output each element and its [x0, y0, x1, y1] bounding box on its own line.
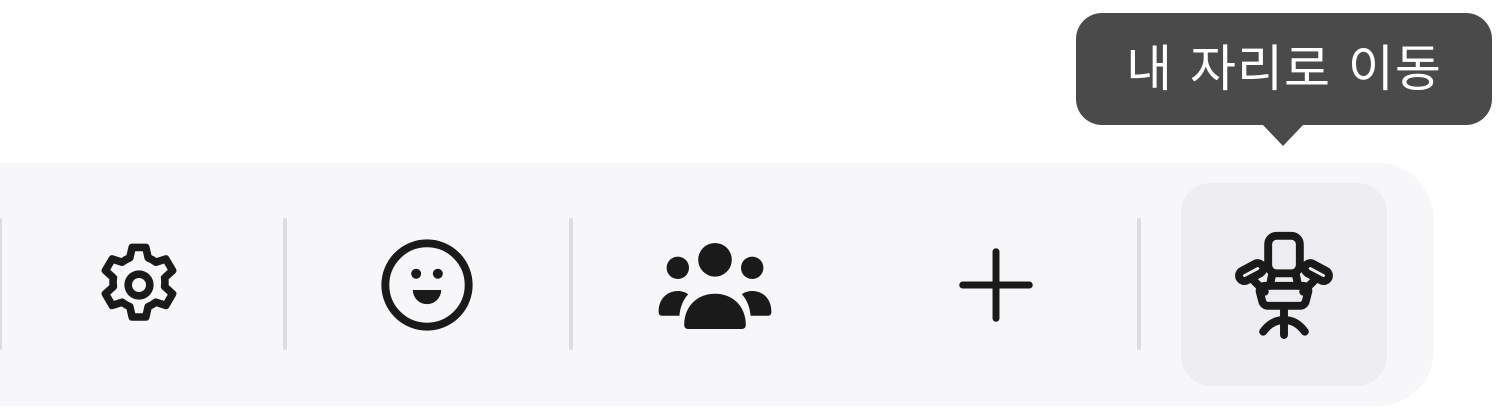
toolbar-divider: [0, 218, 2, 350]
toolbar-divider: [283, 218, 287, 350]
people-icon: [657, 239, 773, 331]
tooltip-text: 내 자리로 이동: [1126, 40, 1442, 98]
tooltip-arrow: [1262, 124, 1304, 146]
members-button[interactable]: [612, 183, 818, 386]
screen: 내 자리로 이동: [0, 0, 1509, 416]
settings-button[interactable]: [36, 183, 242, 386]
toolbar-divider: [1137, 218, 1141, 350]
smiley-icon: [377, 235, 477, 335]
emoji-button[interactable]: [324, 183, 530, 386]
gear-icon: [91, 237, 187, 333]
my-seat-button[interactable]: [1181, 183, 1387, 386]
toolbar-divider: [569, 218, 573, 350]
office-chair-icon: [1234, 230, 1334, 340]
plus-icon: [958, 247, 1034, 323]
add-button[interactable]: [893, 183, 1099, 386]
tooltip: 내 자리로 이동: [1076, 13, 1492, 125]
